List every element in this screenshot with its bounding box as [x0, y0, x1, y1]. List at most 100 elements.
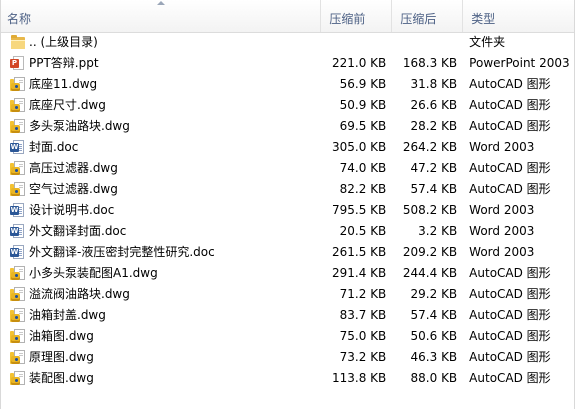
- file-name: 溢流阀油路块.dwg: [29, 287, 130, 301]
- doc-icon: W: [10, 139, 26, 155]
- file-name: PPT答辩.ppt: [29, 56, 99, 70]
- file-row[interactable]: 原理图.dwg 73.2 KB 46.3 KB AutoCAD 图形: [1, 346, 574, 367]
- original-size: 305.0 KB: [332, 139, 387, 154]
- compressed-size: 209.2 KB: [402, 244, 458, 259]
- file-name-cell: 油箱封盖.dwg: [1, 306, 321, 323]
- file-type: AutoCAD 图形: [469, 77, 551, 91]
- original-size: 291.4 KB: [332, 265, 387, 280]
- compressed-size: 264.2 KB: [402, 139, 458, 154]
- file-name: 装配图.dwg: [29, 371, 94, 385]
- file-type: AutoCAD 图形: [469, 287, 551, 301]
- column-header-original-size[interactable]: 压缩前: [321, 0, 393, 32]
- file-name-cell: 溢流阀油路块.dwg: [1, 285, 321, 302]
- column-header-compressed-size-label: 压缩后: [400, 12, 437, 26]
- file-type: Word 2003: [469, 139, 535, 154]
- file-name-cell: W 设计说明书.doc: [1, 201, 321, 218]
- sort-ascending-icon: [156, 1, 165, 5]
- compressed-size: 508.2 KB: [402, 202, 458, 217]
- file-name-cell: 多头泵油路块.dwg: [1, 117, 321, 134]
- dwg-icon: [10, 328, 26, 344]
- original-size: 795.5 KB: [332, 202, 387, 217]
- original-size: 261.5 KB: [332, 244, 387, 259]
- file-name-cell: W 外文翻译封面.doc: [1, 222, 321, 239]
- file-type: AutoCAD 图形: [469, 371, 551, 385]
- dwg-icon: [10, 370, 26, 386]
- file-row[interactable]: 底座11.dwg 56.9 KB 31.8 KB AutoCAD 图形: [1, 73, 574, 94]
- file-type: AutoCAD 图形: [469, 161, 551, 175]
- column-header-name-label: 名称: [7, 12, 32, 26]
- file-name: 设计说明书.doc: [29, 203, 115, 217]
- compressed-size: 57.4 KB: [410, 307, 458, 322]
- file-row[interactable]: 油箱封盖.dwg 83.7 KB 57.4 KB AutoCAD 图形: [1, 304, 574, 325]
- file-name: 外文翻译封面.doc: [29, 224, 127, 238]
- file-row[interactable]: 油箱图.dwg 75.0 KB 50.6 KB AutoCAD 图形: [1, 325, 574, 346]
- compressed-size: 57.4 KB: [410, 181, 458, 196]
- file-type: Word 2003: [469, 244, 535, 259]
- dwg-icon: [10, 307, 26, 323]
- column-header-name[interactable]: 名称: [1, 0, 322, 32]
- file-row[interactable]: W 封面.doc 305.0 KB 264.2 KB Word 2003: [1, 136, 574, 157]
- file-type: Word 2003: [469, 202, 535, 217]
- file-row[interactable]: 高压过滤器.dwg 74.0 KB 47.2 KB AutoCAD 图形: [1, 157, 574, 178]
- file-row[interactable]: 装配图.dwg 113.8 KB 88.0 KB AutoCAD 图形: [1, 367, 574, 388]
- doc-icon: W: [10, 223, 26, 239]
- compressed-size: 28.2 KB: [410, 118, 458, 133]
- original-size: 75.0 KB: [339, 328, 387, 343]
- original-size: 113.8 KB: [332, 370, 387, 385]
- compressed-size: 3.2 KB: [418, 223, 458, 238]
- original-size: 83.7 KB: [339, 307, 387, 322]
- file-type: PowerPoint 2003: [469, 55, 570, 70]
- file-row[interactable]: P PPT答辩.ppt 221.0 KB 168.3 KB PowerPoint 200…: [1, 52, 574, 73]
- file-row[interactable]: .. (上级目录) 文件夹: [1, 31, 574, 52]
- file-row[interactable]: 溢流阀油路块.dwg 71.2 KB 29.2 KB AutoCAD 图形: [1, 283, 574, 304]
- dwg-icon: [10, 349, 26, 365]
- original-size: 71.2 KB: [339, 286, 387, 301]
- dwg-icon: [10, 181, 26, 197]
- original-size: 69.5 KB: [339, 118, 387, 133]
- file-type: AutoCAD 图形: [469, 98, 551, 112]
- file-name-cell: 油箱图.dwg: [1, 327, 321, 344]
- original-size: 73.2 KB: [339, 349, 387, 364]
- folder-icon: [10, 34, 26, 50]
- column-header-type-label: 类型: [471, 12, 496, 26]
- file-row[interactable]: W 外文翻译-液压密封完整性研究.doc 261.5 KB 209.2 KB Word …: [1, 241, 574, 262]
- dwg-icon: [10, 265, 26, 281]
- file-type: AutoCAD 图形: [469, 182, 551, 196]
- doc-icon: W: [10, 244, 26, 260]
- file-row[interactable]: 空气过滤器.dwg 82.2 KB 57.4 KB AutoCAD 图形: [1, 178, 574, 199]
- file-name: 底座11.dwg: [29, 77, 98, 91]
- compressed-size: 26.6 KB: [410, 97, 458, 112]
- doc-icon: W: [10, 202, 26, 218]
- dwg-icon: [10, 118, 26, 134]
- file-row[interactable]: 小多头泵装配图A1.dwg 291.4 KB 244.4 KB AutoCAD 图形: [1, 262, 574, 283]
- original-size: 221.0 KB: [332, 55, 387, 70]
- original-size: 20.5 KB: [339, 223, 387, 238]
- compressed-size: 46.3 KB: [410, 349, 458, 364]
- compressed-size: 31.8 KB: [410, 76, 458, 91]
- file-name: 油箱封盖.dwg: [29, 308, 106, 322]
- file-row[interactable]: 底座尺寸.dwg 50.9 KB 26.6 KB AutoCAD 图形: [1, 94, 574, 115]
- file-name-cell: 底座尺寸.dwg: [1, 96, 321, 113]
- compressed-size: 88.0 KB: [410, 370, 458, 385]
- file-list-window: 名称 压缩前 压缩后 类型 .. (上级目录) 文件夹 P PPT答辩.ppt 221.…: [0, 0, 575, 409]
- column-header-compressed-size[interactable]: 压缩后: [392, 0, 464, 32]
- column-header-original-size-label: 压缩前: [329, 12, 366, 26]
- file-name: 底座尺寸.dwg: [29, 98, 106, 112]
- file-row[interactable]: W 设计说明书.doc 795.5 KB 508.2 KB Word 2003: [1, 199, 574, 220]
- dwg-icon: [10, 76, 26, 92]
- file-name: 封面.doc: [29, 140, 79, 154]
- file-type: AutoCAD 图形: [469, 350, 551, 364]
- file-name-cell: P PPT答辩.ppt: [1, 54, 321, 71]
- file-name-cell: W 外文翻译-液压密封完整性研究.doc: [1, 243, 321, 260]
- file-row[interactable]: W 外文翻译封面.doc 20.5 KB 3.2 KB Word 2003: [1, 220, 574, 241]
- file-list: .. (上级目录) 文件夹 P PPT答辩.ppt 221.0 KB 168.3 KB Po…: [1, 31, 574, 388]
- column-header-bar: 名称 压缩前 压缩后 类型: [1, 0, 574, 33]
- file-type: Word 2003: [469, 223, 535, 238]
- file-name: .. (上级目录): [29, 35, 98, 49]
- column-header-type[interactable]: 类型: [463, 0, 574, 32]
- file-name-cell: 底座11.dwg: [1, 75, 321, 92]
- file-type: AutoCAD 图形: [469, 308, 551, 322]
- file-row[interactable]: 多头泵油路块.dwg 69.5 KB 28.2 KB AutoCAD 图形: [1, 115, 574, 136]
- file-type: 文件夹: [469, 35, 506, 49]
- file-name-cell: W 封面.doc: [1, 138, 321, 155]
